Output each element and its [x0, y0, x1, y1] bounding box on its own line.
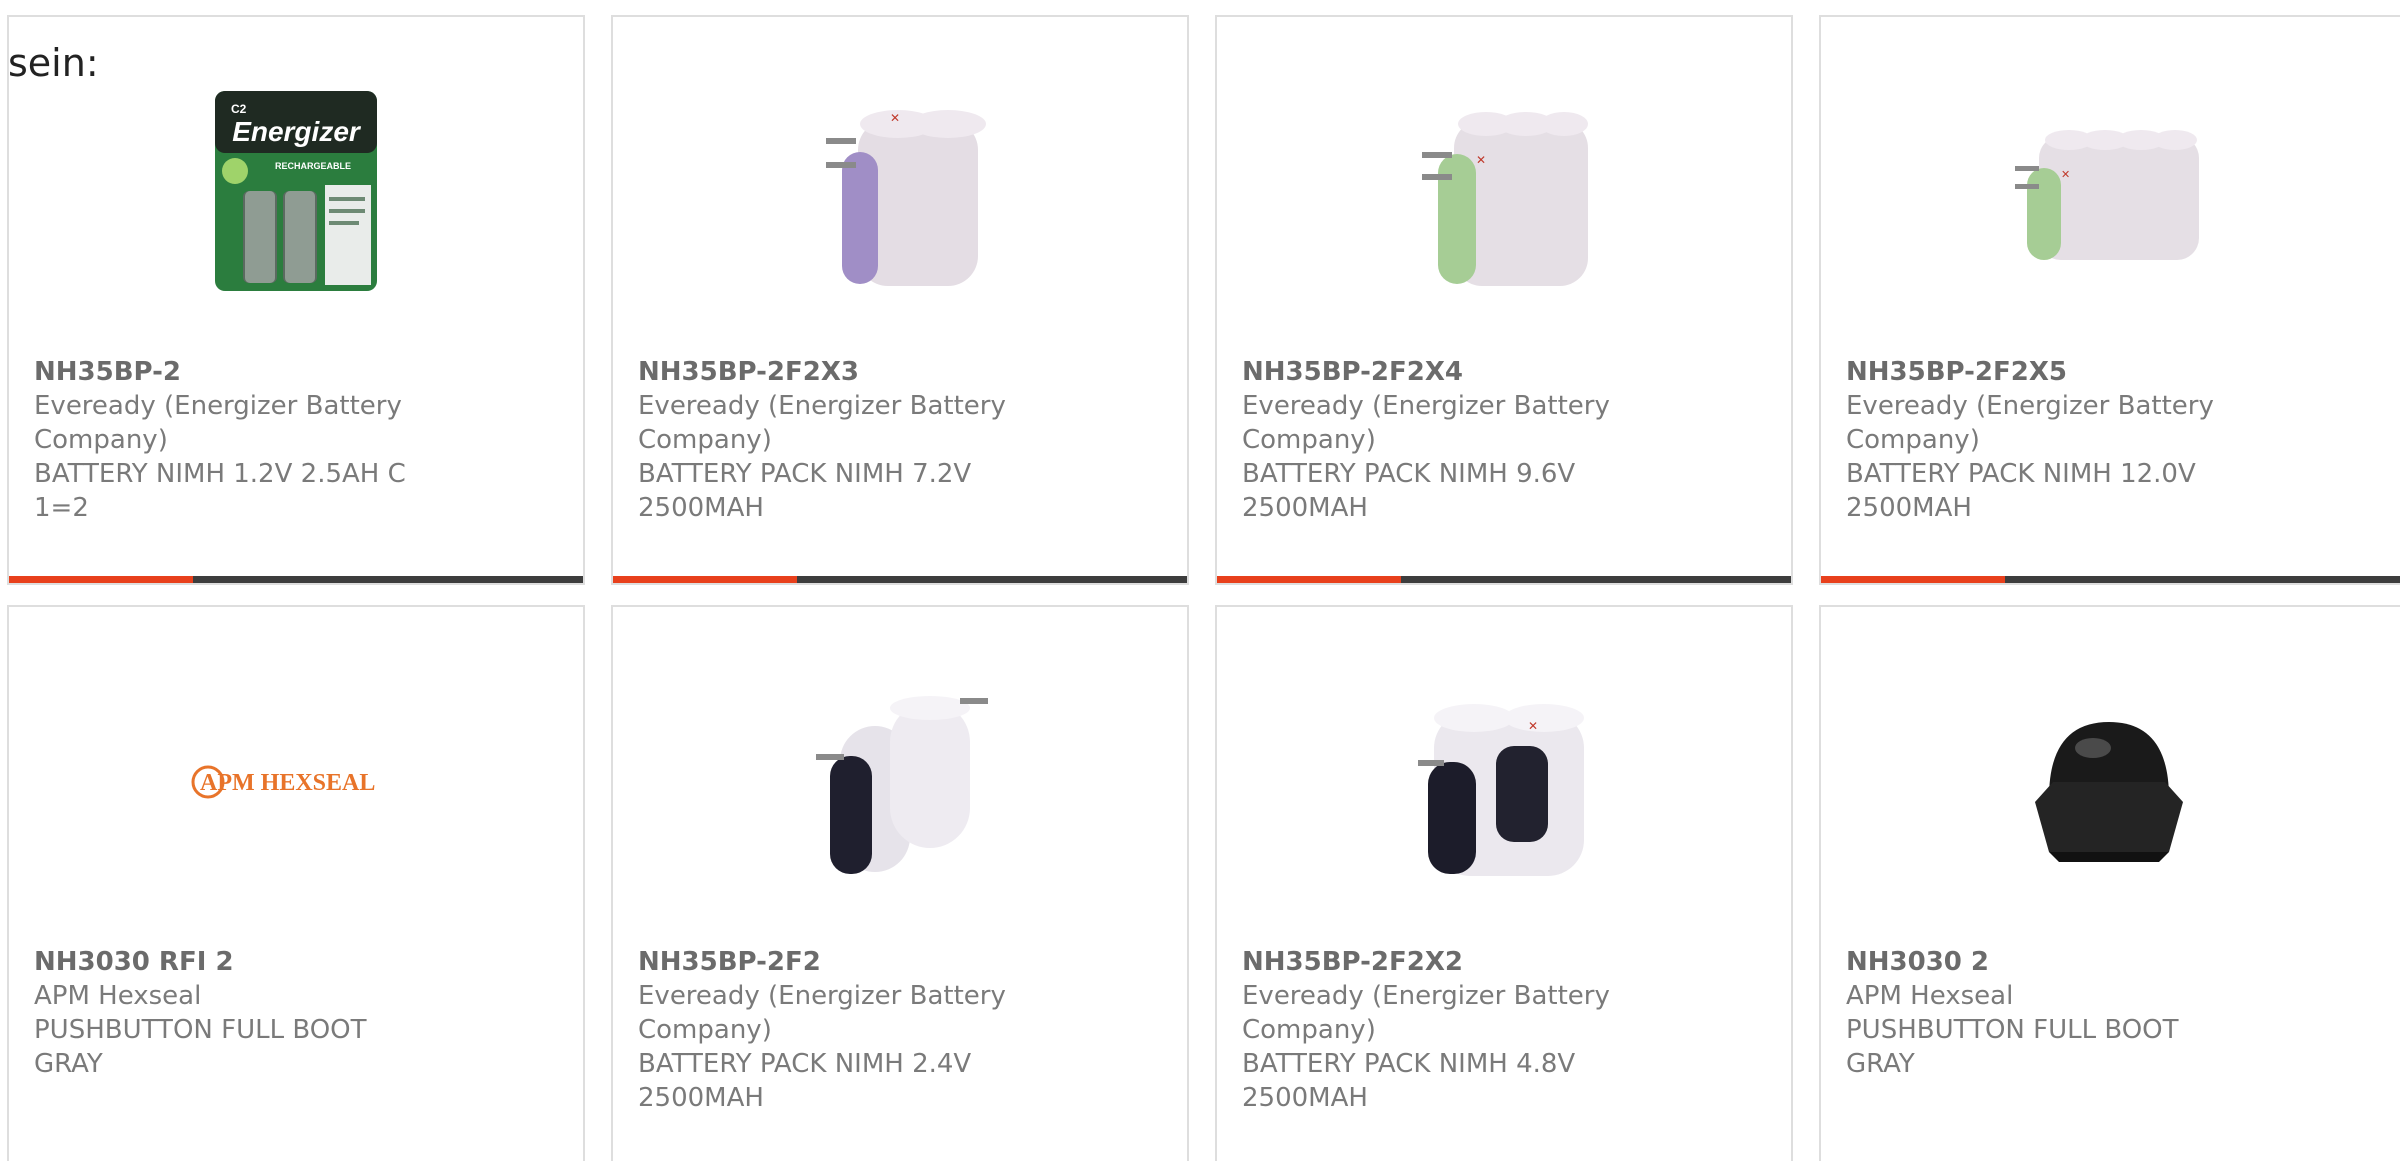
product-image-battery-pack[interactable] — [613, 677, 1187, 887]
product-card[interactable]: APM HEXSEAL NH3030 RFI 2 APM Hexseal PUS… — [7, 605, 585, 1161]
product-info: NH35BP-2 Eveready (Energizer Battery Com… — [34, 355, 563, 525]
manufacturer: Eveready (Energizer Battery Company) — [638, 981, 1006, 1045]
part-number[interactable]: NH35BP-2F2X2 — [1242, 945, 1771, 979]
card-footer-bar — [613, 576, 1187, 583]
product-info: NH3030 2 APM Hexseal PUSHBUTTON FULL BOO… — [1846, 945, 2384, 1081]
product-info: NH35BP-2F2X4 Eveready (Energizer Battery… — [1242, 355, 1771, 525]
product-card[interactable]: ✕ NH35BP-2F2X2 Eveready (Energizer Batte… — [1215, 605, 1793, 1161]
product-info: NH3030 RFI 2 APM Hexseal PUSHBUTTON FULL… — [34, 945, 563, 1081]
product-card[interactable]: NH3030 2 APM Hexseal PUSHBUTTON FULL BOO… — [1819, 605, 2400, 1161]
intro-text: sein: — [8, 41, 99, 85]
product-grid-page: sein: C2 Energizer RECHARGEABLE NH35BP-2… — [0, 0, 2400, 1161]
product-card[interactable]: ✕ NH35BP-2F2X4 Eveready (Energizer Batte… — [1215, 15, 1793, 585]
part-number[interactable]: NH3030 2 — [1846, 945, 2384, 979]
product-card[interactable]: NH35BP-2F2 Eveready (Energizer Battery C… — [611, 605, 1189, 1161]
card-footer-bar — [1217, 576, 1791, 583]
manufacturer: APM Hexseal — [1846, 981, 2014, 1011]
description: PUSHBUTTON FULL BOOT GRAY — [34, 1015, 367, 1079]
description: BATTERY NIMH 1.2V 2.5AH C 1=2 — [34, 459, 406, 523]
card-footer-accent — [613, 576, 797, 583]
part-number[interactable]: NH35BP-2F2X3 — [638, 355, 1167, 389]
manufacturer: Eveready (Energizer Battery Company) — [34, 391, 402, 455]
description: BATTERY PACK NIMH 12.0V 2500MAH — [1846, 459, 2196, 523]
product-info: NH35BP-2F2X2 Eveready (Energizer Battery… — [1242, 945, 1771, 1115]
card-footer-bar — [9, 576, 583, 583]
card-footer-accent — [9, 576, 193, 583]
product-card[interactable]: ✕ NH35BP-2F2X3 Eveready (Energizer Batte… — [611, 15, 1189, 585]
product-image-text-rechargeable: RECHARGEABLE — [275, 161, 351, 171]
svg-text:✕: ✕ — [1528, 719, 1538, 733]
manufacturer: Eveready (Energizer Battery Company) — [1846, 391, 2214, 455]
product-image-apm-hexseal-logo[interactable]: APM HEXSEAL — [9, 677, 583, 887]
part-number[interactable]: NH35BP-2F2X4 — [1242, 355, 1771, 389]
product-info: NH35BP-2F2X3 Eveready (Energizer Battery… — [638, 355, 1167, 525]
product-image-battery-pack[interactable]: ✕ — [1217, 87, 1791, 297]
part-number[interactable]: NH35BP-2 — [34, 355, 563, 389]
description: BATTERY PACK NIMH 9.6V 2500MAH — [1242, 459, 1576, 523]
product-info: NH35BP-2F2X5 Eveready (Energizer Battery… — [1846, 355, 2384, 525]
part-number[interactable]: NH35BP-2F2 — [638, 945, 1167, 979]
svg-text:✕: ✕ — [2061, 169, 2070, 181]
description: BATTERY PACK NIMH 7.2V 2500MAH — [638, 459, 972, 523]
manufacturer: Eveready (Energizer Battery Company) — [1242, 981, 1610, 1045]
card-footer-bar — [1821, 576, 2400, 583]
svg-text:✕: ✕ — [890, 111, 900, 125]
product-image-text-brand: Energizer — [232, 116, 362, 147]
product-image-battery-pack[interactable]: ✕ — [613, 87, 1187, 297]
manufacturer: APM Hexseal — [34, 981, 202, 1011]
product-image-text-apm-hexseal: APM HEXSEAL — [200, 770, 375, 796]
product-image-pushbutton-boot[interactable] — [1821, 677, 2400, 887]
description: BATTERY PACK NIMH 2.4V 2500MAH — [638, 1049, 972, 1113]
manufacturer: Eveready (Energizer Battery Company) — [1242, 391, 1610, 455]
manufacturer: Eveready (Energizer Battery Company) — [638, 391, 1006, 455]
product-image-battery-pack[interactable]: ✕ — [1217, 677, 1791, 887]
description: PUSHBUTTON FULL BOOT GRAY — [1846, 1015, 2179, 1079]
product-image-text-c2: C2 — [231, 102, 247, 116]
part-number[interactable]: NH3030 RFI 2 — [34, 945, 563, 979]
description: BATTERY PACK NIMH 4.8V 2500MAH — [1242, 1049, 1576, 1113]
product-info: NH35BP-2F2 Eveready (Energizer Battery C… — [638, 945, 1167, 1115]
svg-text:✕: ✕ — [1476, 153, 1486, 167]
product-image-energizer-c2[interactable]: C2 Energizer RECHARGEABLE — [9, 87, 583, 297]
product-card[interactable]: C2 Energizer RECHARGEABLE NH35BP-2 Evere… — [7, 15, 585, 585]
product-card[interactable]: ✕ NH35BP-2F2X5 Eveready (Energizer Batte… — [1819, 15, 2400, 585]
card-footer-accent — [1821, 576, 2005, 583]
part-number[interactable]: NH35BP-2F2X5 — [1846, 355, 2384, 389]
card-footer-accent — [1217, 576, 1401, 583]
product-image-battery-pack[interactable]: ✕ — [1821, 87, 2400, 297]
